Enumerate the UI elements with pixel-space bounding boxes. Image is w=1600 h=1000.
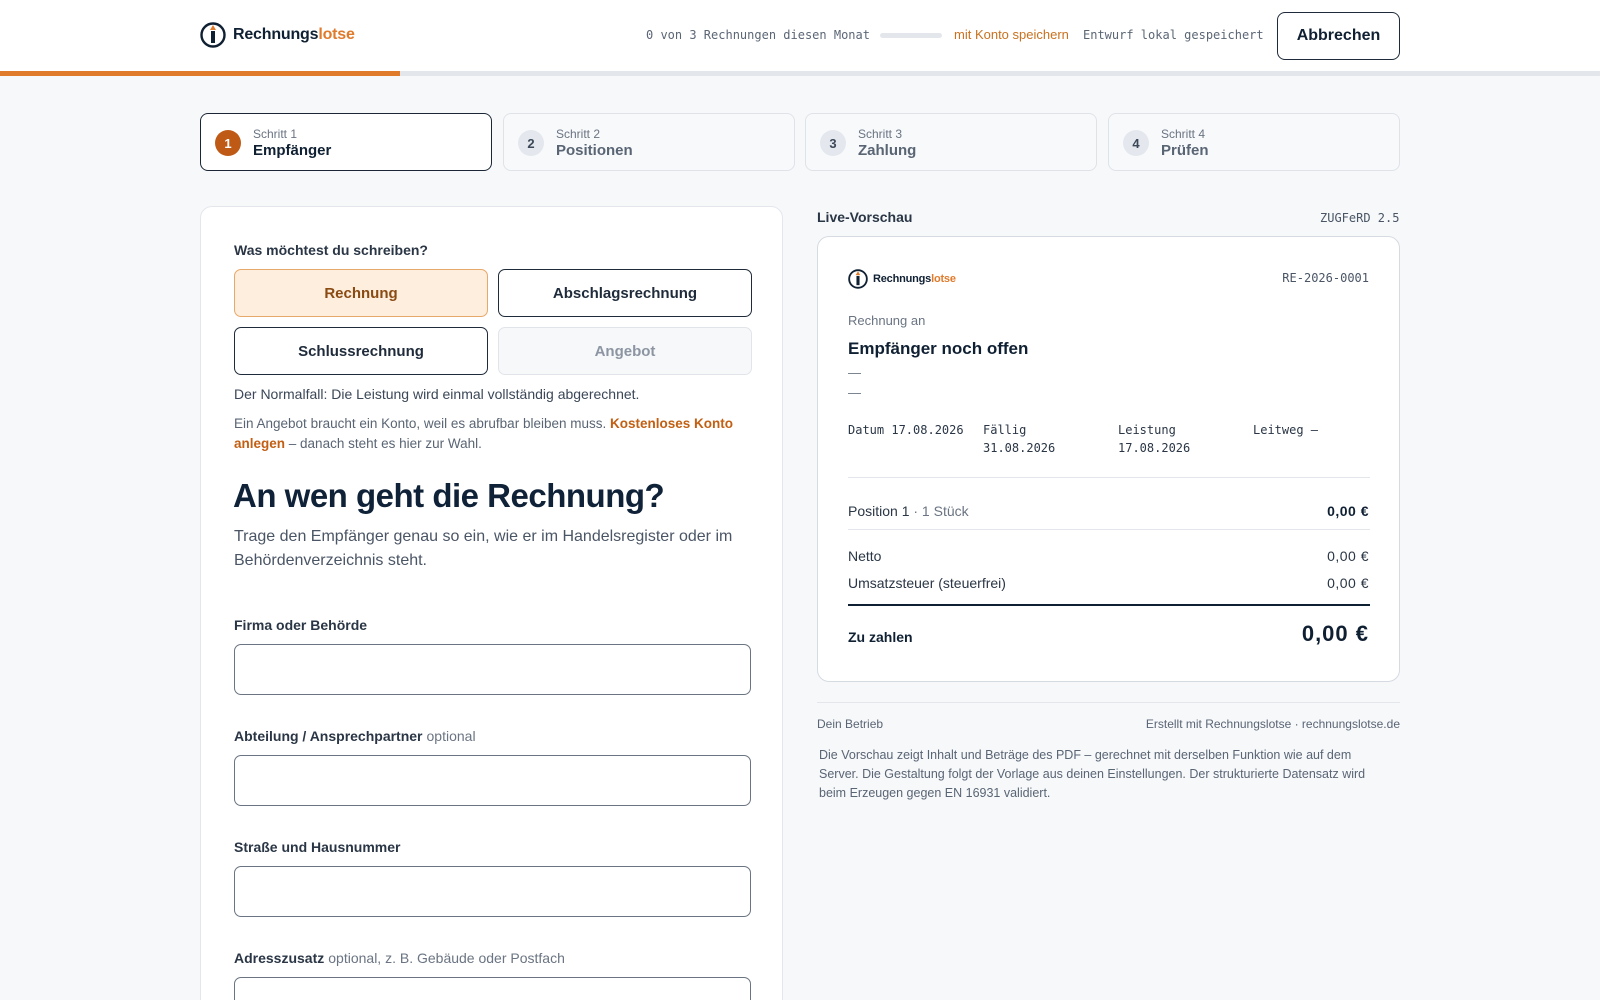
- total-divider: [848, 604, 1370, 606]
- quota-bar: [880, 33, 942, 38]
- adresszusatz-input[interactable]: [234, 977, 751, 1000]
- wizard-progress-fill: [0, 71, 400, 76]
- step-label: Positionen: [556, 142, 633, 159]
- preview-note: Die Vorschau zeigt Inhalt und Beträge de…: [819, 748, 1366, 800]
- invoice-quota: 0 von 3 Rechnungen diesen Monat: [646, 28, 870, 42]
- cancel-button[interactable]: Abbrechen: [1277, 12, 1400, 60]
- invoice-preview-card: Rechnungslotse RE-2026-0001 Rechnung an …: [817, 236, 1400, 682]
- type-rechnung-button[interactable]: Rechnung: [234, 269, 488, 317]
- step-empfaenger[interactable]: 1 Schritt 1 Empfänger: [200, 113, 492, 171]
- page-title: An wen geht die Rechnung?: [233, 477, 665, 514]
- step-label: Empfänger: [253, 142, 332, 159]
- step-caption: Schritt 1: [253, 127, 298, 141]
- step-pruefen[interactable]: 4 Schritt 4 Prüfen: [1108, 113, 1400, 171]
- invoice-date: Datum 17.08.2026: [848, 423, 964, 437]
- preview-logo: Rechnungslotse: [848, 269, 956, 289]
- recipient-caption: Rechnung an: [848, 313, 926, 328]
- netto-value: 0,00 €: [1327, 548, 1369, 564]
- strasse-input[interactable]: [234, 866, 751, 917]
- format-badge: ZUGFeRD 2.5: [1320, 211, 1400, 225]
- live-preview-label: Live-Vorschau: [817, 209, 913, 225]
- draft-status: Entwurf lokal gespeichert: [1083, 28, 1264, 42]
- wizard-progress-bar: [0, 71, 1600, 76]
- address-line-placeholder: —: [848, 365, 861, 380]
- lighthouse-logo-icon: [200, 22, 226, 48]
- logo[interactable]: Rechnungslotse: [200, 22, 355, 48]
- save-with-account-link[interactable]: mit Konto speichern: [954, 27, 1069, 42]
- step-label: Prüfen: [1161, 142, 1209, 159]
- step-caption: Schritt 2: [556, 127, 601, 141]
- step-positionen[interactable]: 2 Schritt 2 Positionen: [503, 113, 795, 171]
- abteilung-label: Abteilung / Ansprechpartner optional: [234, 728, 476, 744]
- step-number: 2: [518, 130, 544, 156]
- step-number: 1: [215, 130, 241, 156]
- position-row: Position 1 · 1 Stück: [848, 503, 969, 519]
- divider: [817, 702, 1400, 703]
- ust-label: Umsatzsteuer (steuerfrei): [848, 575, 1006, 591]
- preview-footer-right: Erstellt mit Rechnungslotse · rechnungsl…: [1145, 717, 1400, 731]
- logo-wordmark: Rechnungslotse: [873, 273, 956, 285]
- abteilung-input[interactable]: [234, 755, 751, 806]
- divider: [848, 477, 1370, 478]
- total-value: 0,00 €: [1301, 621, 1369, 646]
- total-label: Zu zahlen: [848, 629, 913, 645]
- ust-value: 0,00 €: [1327, 575, 1369, 591]
- invoice-number: RE-2026-0001: [1282, 271, 1369, 285]
- preview-footer-left: Dein Betrieb: [817, 717, 884, 731]
- divider: [848, 529, 1370, 530]
- lighthouse-logo-icon: [848, 269, 868, 289]
- step-zahlung[interactable]: 3 Schritt 3 Zahlung: [805, 113, 1097, 171]
- step-caption: Schritt 3: [858, 127, 903, 141]
- page-subtitle: Trage den Empfänger genau so ein, wie er…: [234, 528, 733, 569]
- type-schlussrechnung-button[interactable]: Schlussrechnung: [234, 327, 488, 375]
- leitweg-id: Leitweg —: [1253, 423, 1319, 437]
- type-hint: Der Normalfall: Die Leistung wird einmal…: [234, 386, 640, 402]
- netto-label: Netto: [848, 548, 882, 564]
- recipient-name: Empfänger noch offen: [848, 339, 1029, 358]
- position-amount: 0,00 €: [1327, 503, 1369, 519]
- step-number: 3: [820, 130, 846, 156]
- adresszusatz-label: Adresszusatz optional, z. B. Gebäude oder…: [234, 950, 565, 966]
- step-number: 4: [1123, 130, 1149, 156]
- document-type-question: Was möchtest du schreiben?: [234, 242, 428, 258]
- angebot-hint: Ein Angebot braucht ein Konto, weil es a…: [234, 416, 734, 451]
- strasse-label: Straße und Hausnummer: [234, 839, 401, 855]
- step-caption: Schritt 4: [1161, 127, 1206, 141]
- firma-label: Firma oder Behörde: [234, 617, 368, 633]
- type-angebot-button: Angebot: [498, 327, 752, 375]
- due-date: Fällig 31.08.2026: [983, 423, 1056, 455]
- address-line-placeholder: —: [848, 385, 861, 400]
- top-bar: Rechnungslotse 0 von 3 Rechnungen diesen…: [0, 0, 1600, 72]
- type-abschlagsrechnung-button[interactable]: Abschlagsrechnung: [498, 269, 752, 317]
- step-label: Zahlung: [858, 142, 917, 159]
- recipient-form-card: Was möchtest du schreiben? Rechnung Absc…: [200, 206, 783, 1000]
- logo-wordmark: Rechnungslotse: [233, 26, 355, 43]
- firma-input[interactable]: [234, 644, 751, 695]
- service-date: Leistung 17.08.2026: [1118, 423, 1191, 455]
